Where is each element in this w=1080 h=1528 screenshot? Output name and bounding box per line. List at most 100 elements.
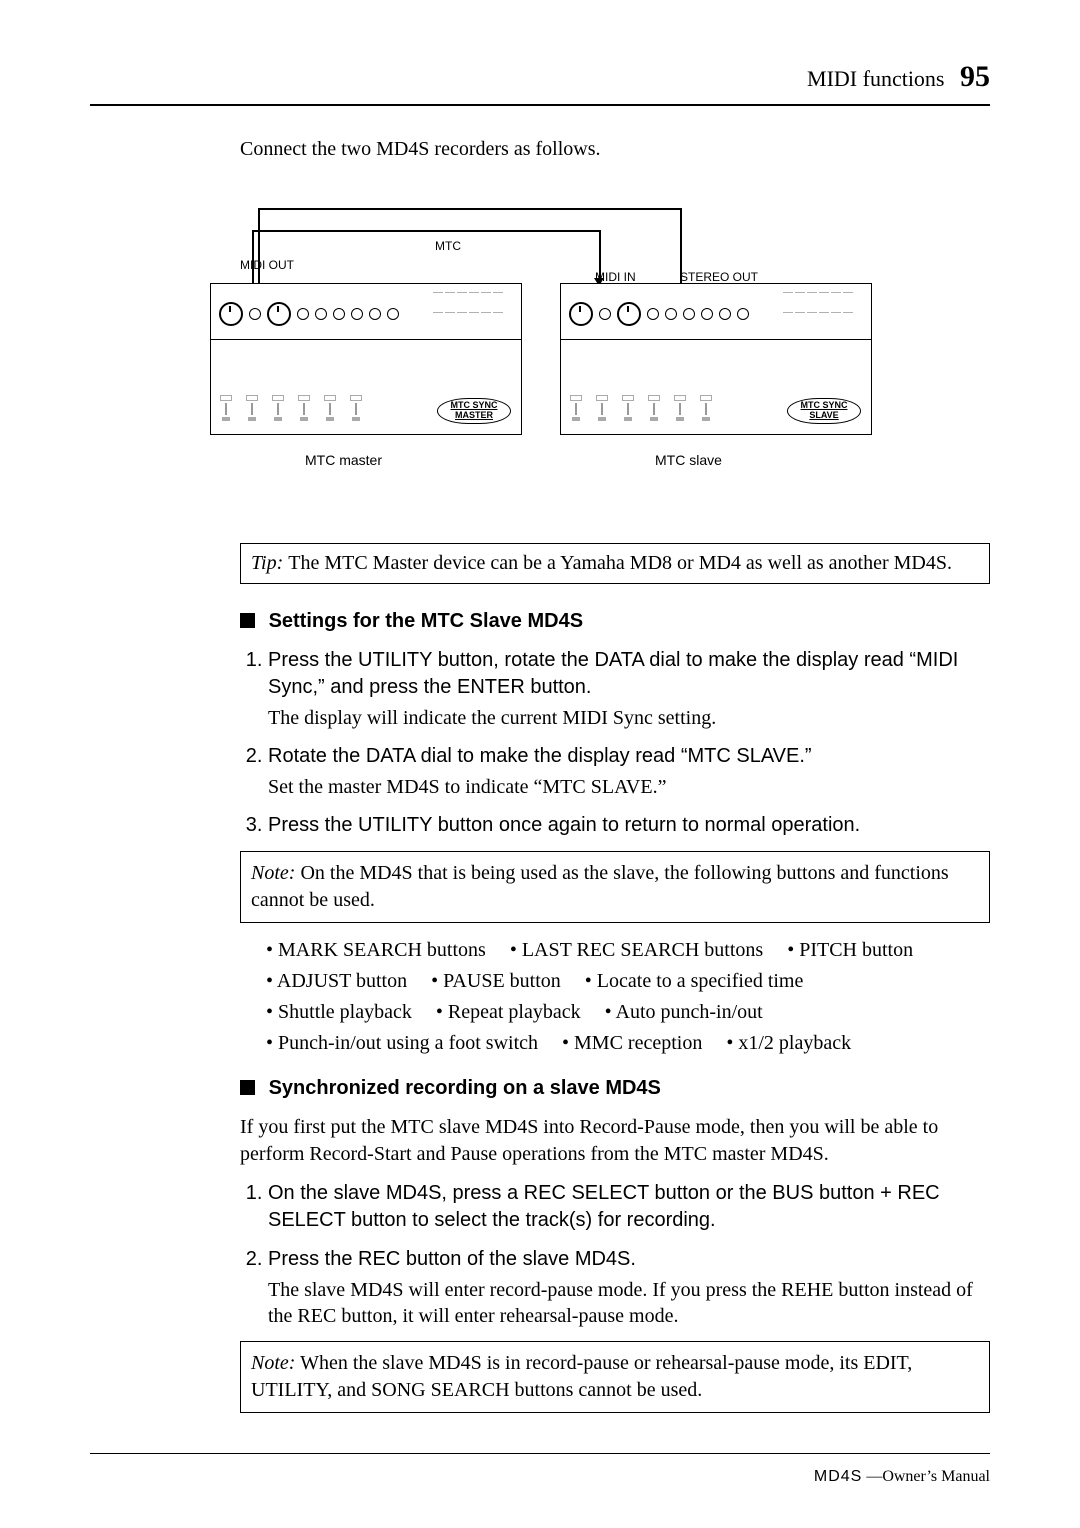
device-bottom-panel: MTC SYNC SLAVE xyxy=(561,340,871,434)
header-section: MIDI functions xyxy=(807,66,944,91)
step-main: Press the UTILITY button, rotate the DAT… xyxy=(268,649,958,698)
label-mtc: MTC xyxy=(435,238,461,254)
list-item: Repeat playback xyxy=(436,999,581,1026)
step-main: Press the UTILITY button once again to r… xyxy=(268,814,860,836)
knob-icon xyxy=(267,302,291,326)
heading-text: Synchronized recording on a slave MD4S xyxy=(269,1077,661,1099)
knob-row xyxy=(219,302,399,326)
note-label: Note: xyxy=(251,862,295,884)
tip-box: Tip: The MTC Master device can be a Yama… xyxy=(240,543,990,584)
knob-icon xyxy=(369,308,381,320)
step-main: On the slave MD4S, press a REC SELECT bu… xyxy=(268,1182,940,1231)
label-midi-out: MIDI OUT xyxy=(240,257,294,273)
section2-intro: If you first put the MTC slave MD4S into… xyxy=(240,1114,990,1168)
display-lines-icon xyxy=(783,292,863,330)
cable-line xyxy=(260,208,680,210)
knob-icon xyxy=(219,302,243,326)
list-item: ADJUST button xyxy=(266,968,407,995)
knob-icon xyxy=(387,308,399,320)
footer-logo: MD4S xyxy=(814,1468,862,1485)
connection-diagram: MIDI OUT MTC MIDI IN STEREO OUT xyxy=(210,183,990,503)
list-item: Punch-in/out using a foot switch xyxy=(266,1030,538,1057)
slider-icon xyxy=(245,395,259,427)
footer-text: —Owner’s Manual xyxy=(866,1468,990,1485)
page-footer: MD4S —Owner’s Manual xyxy=(814,1468,990,1486)
step-subtext: Set the master MD4S to indicate “MTC SLA… xyxy=(268,774,990,800)
list-item: Auto punch-in/out xyxy=(605,999,763,1026)
knob-icon xyxy=(599,308,611,320)
knob-icon xyxy=(351,308,363,320)
slider-icon xyxy=(699,395,713,427)
cable-line xyxy=(254,230,599,232)
list-item: MMC reception xyxy=(562,1030,702,1057)
list-item: Shuttle playback xyxy=(266,999,412,1026)
slider-icon xyxy=(323,395,337,427)
knob-icon xyxy=(249,308,261,320)
step-item: Rotate the DATA dial to make the display… xyxy=(268,743,990,800)
note-box-pause-mode: Note: When the slave MD4S is in record-p… xyxy=(240,1341,990,1413)
note-label: Note: xyxy=(251,1352,295,1374)
device-top-panel xyxy=(561,284,871,340)
knob-icon xyxy=(647,308,659,320)
list-item: PAUSE button xyxy=(431,968,561,995)
note-box-cannot-use: Note: On the MD4S that is being used as … xyxy=(240,851,990,923)
sync-badge-slave: MTC SYNC SLAVE xyxy=(787,398,861,424)
device-master: MTC SYNC MASTER xyxy=(210,283,522,435)
list-item: LAST REC SEARCH buttons xyxy=(510,937,763,964)
tip-text: The MTC Master device can be a Yamaha MD… xyxy=(288,552,952,574)
sync-badge-master: MTC SYNC MASTER xyxy=(437,398,511,424)
note-text: When the slave MD4S is in record-pause o… xyxy=(251,1352,912,1401)
knob-icon xyxy=(569,302,593,326)
slider-row xyxy=(569,395,713,427)
list-item: x1/2 playback xyxy=(726,1030,851,1057)
device-bottom-panel: MTC SYNC MASTER xyxy=(211,340,521,434)
knob-icon xyxy=(719,308,731,320)
step-main: Press the REC button of the slave MD4S. xyxy=(268,1248,636,1270)
device-slave: MTC SYNC SLAVE xyxy=(560,283,872,435)
knob-icon xyxy=(315,308,327,320)
display-lines-icon xyxy=(433,292,513,330)
step-item: Press the UTILITY button, rotate the DAT… xyxy=(268,647,990,731)
slider-icon xyxy=(569,395,583,427)
list-item: MARK SEARCH buttons xyxy=(266,937,486,964)
knob-icon xyxy=(617,302,641,326)
heading-text: Settings for the MTC Slave MD4S xyxy=(269,610,584,632)
slider-icon xyxy=(219,395,233,427)
cannot-use-list: MARK SEARCH buttons LAST REC SEARCH butt… xyxy=(266,937,990,1057)
page-header: MIDI functions 95 xyxy=(90,60,990,106)
page: MIDI functions 95 Connect the two MD4S r… xyxy=(0,0,1080,1528)
square-bullet-icon xyxy=(240,613,255,628)
badge-text: MTC SYNC SLAVE xyxy=(787,398,861,424)
list-item: Locate to a specified time xyxy=(585,968,804,995)
knob-icon xyxy=(297,308,309,320)
slider-icon xyxy=(621,395,635,427)
page-number: 95 xyxy=(960,60,990,93)
slider-icon xyxy=(595,395,609,427)
label-text: MIDI OUT xyxy=(240,258,294,272)
step-subtext: The display will indicate the current MI… xyxy=(268,705,990,731)
section-heading-settings: Settings for the MTC Slave MD4S xyxy=(240,608,990,635)
section-heading-sync-rec: Synchronized recording on a slave MD4S xyxy=(240,1075,990,1102)
intro-text: Connect the two MD4S recorders as follow… xyxy=(240,136,990,163)
steps-list-syncrec: On the slave MD4S, press a REC SELECT bu… xyxy=(240,1180,990,1329)
badge-text: MTC SYNC MASTER xyxy=(437,398,511,424)
knob-icon xyxy=(665,308,677,320)
slider-icon xyxy=(647,395,661,427)
knob-icon xyxy=(737,308,749,320)
knob-icon xyxy=(683,308,695,320)
knob-row xyxy=(569,302,749,326)
step-item: On the slave MD4S, press a REC SELECT bu… xyxy=(268,1180,990,1234)
page-content: Connect the two MD4S recorders as follow… xyxy=(240,136,990,1413)
footer-rule xyxy=(90,1453,990,1454)
caption-master: MTC master xyxy=(305,451,382,470)
caption-slave: MTC slave xyxy=(655,451,722,470)
note-text: On the MD4S that is being used as the sl… xyxy=(251,862,949,911)
step-item: Press the REC button of the slave MD4S. … xyxy=(268,1246,990,1329)
tip-label: Tip: xyxy=(251,552,283,574)
slider-row xyxy=(219,395,363,427)
steps-list-settings: Press the UTILITY button, rotate the DAT… xyxy=(240,647,990,839)
slider-icon xyxy=(271,395,285,427)
step-subtext: The slave MD4S will enter record-pause m… xyxy=(268,1277,990,1329)
device-top-panel xyxy=(211,284,521,340)
step-main: Rotate the DATA dial to make the display… xyxy=(268,745,812,767)
